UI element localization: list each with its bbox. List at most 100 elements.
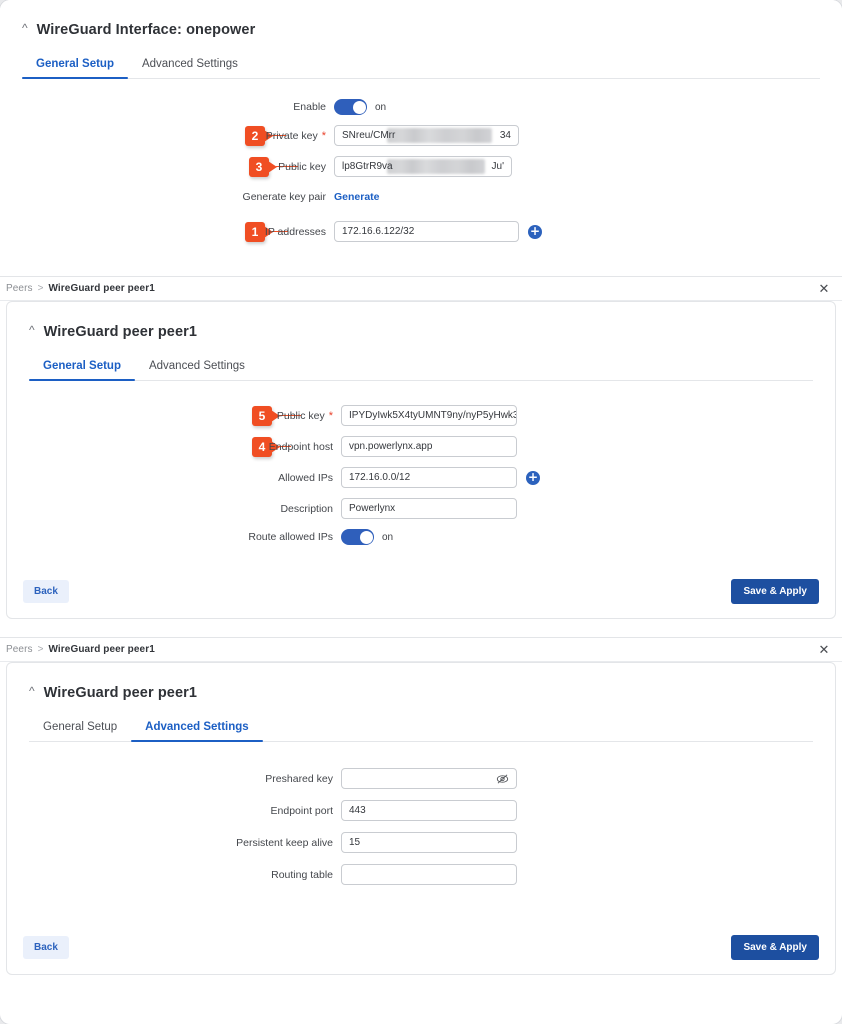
preshared-key-label-wrap: Preshared key [7, 773, 341, 785]
field-row-ip-addresses: 1 IP addresses 172.16.6.122/32 + [0, 221, 842, 242]
plus-icon[interactable]: + [526, 470, 540, 485]
field-row-private-key: 2 Private key * SNreu/CMrr 34 [0, 125, 842, 146]
persistent-keep-alive-input[interactable]: 15 [341, 832, 517, 853]
peer-general-title: WireGuard peer peer1 [43, 324, 198, 340]
persistent-keep-alive-value: 15 [349, 837, 361, 848]
peer-general-panel: Peers > WireGuard peer peer1 ✕ ^ WireGua… [0, 276, 842, 637]
peer-public-key-control: IPYDyIwk5X4tyUMNT9ny/nyP5yHwk31mzm2a [341, 405, 517, 426]
persistent-keep-alive-control: 15 [341, 832, 517, 853]
public-key-input[interactable]: lp8GtrR9va Ju' [334, 156, 512, 177]
description-label: Description [280, 502, 333, 515]
peer-advanced-footer: Back Save & Apply [7, 919, 835, 974]
public-key-value-suffix: Ju' [491, 161, 504, 172]
breadcrumb-current: WireGuard peer peer1 [48, 644, 155, 655]
peer-general-card: ^ WireGuard peer peer1 General Setup Adv… [6, 301, 836, 619]
field-row-endpoint-port: Endpoint port 443 [7, 800, 835, 821]
tab-advanced-settings[interactable]: Advanced Settings [135, 354, 259, 380]
peer-advanced-panel: Peers > WireGuard peer peer1 ✕ ^ WireGua… [0, 637, 842, 975]
endpoint-port-label-wrap: Endpoint port [7, 805, 341, 817]
endpoint-host-label-wrap: Endpoint host [7, 441, 341, 453]
breadcrumb-bar-general: Peers > WireGuard peer peer1 ✕ [0, 276, 842, 301]
generate-control: Generate [334, 191, 380, 203]
wireguard-config-page: ^ WireGuard Interface: onepower General … [0, 0, 842, 1024]
back-button[interactable]: Back [23, 936, 69, 959]
allowed-ips-label-wrap: Allowed IPs [7, 472, 341, 484]
toggle-knob [352, 100, 366, 114]
breadcrumb-root[interactable]: Peers [6, 644, 33, 655]
enable-toggle[interactable] [334, 99, 367, 115]
allowed-ips-control: 172.16.0.0/12 + [341, 467, 540, 488]
interface-panel-spacer [0, 242, 842, 276]
chevron-up-icon[interactable]: ^ [22, 22, 28, 34]
route-allowed-ips-toggle[interactable] [341, 529, 374, 545]
peer-advanced-tabs: General Setup Advanced Settings [29, 715, 813, 742]
tab-general-setup[interactable]: General Setup [29, 354, 135, 381]
peer-general-spacer [7, 545, 835, 563]
public-key-control: lp8GtrR9va Ju' [334, 156, 512, 177]
interface-section-header: ^ WireGuard Interface: onepower [0, 0, 842, 38]
peer-general-tabs: General Setup Advanced Settings [29, 354, 813, 381]
routing-table-control [341, 864, 517, 885]
routing-table-input[interactable] [341, 864, 517, 885]
breadcrumb-current: WireGuard peer peer1 [48, 283, 155, 294]
required-marker: * [321, 129, 326, 142]
endpoint-port-input[interactable]: 443 [341, 800, 517, 821]
interface-form: Enable on 2 Private key * SNreu/CMrr 34 … [0, 79, 842, 242]
save-apply-button[interactable]: Save & Apply [731, 579, 819, 604]
private-key-value-suffix: 34 [499, 130, 511, 141]
enable-control: on [334, 99, 386, 115]
ip-addresses-input[interactable]: 172.16.6.122/32 [334, 221, 519, 242]
ip-addresses-control: 172.16.6.122/32 + [334, 221, 542, 242]
peer-general-section-header: ^ WireGuard peer peer1 [7, 302, 835, 340]
tab-general-setup[interactable]: General Setup [22, 52, 128, 79]
description-control: Powerlynx [341, 498, 517, 519]
enable-label: Enable [293, 101, 326, 113]
generate-link[interactable]: Generate [334, 191, 380, 203]
tab-advanced-settings[interactable]: Advanced Settings [131, 715, 263, 742]
description-value: Powerlynx [349, 503, 396, 514]
close-icon[interactable]: ✕ [816, 642, 832, 658]
tab-advanced-settings[interactable]: Advanced Settings [128, 52, 252, 78]
field-row-public-key: 3 Public key lp8GtrR9va Ju' [0, 156, 842, 177]
enable-state-text: on [375, 101, 387, 113]
endpoint-host-label: Endpoint host [268, 440, 333, 453]
peer-public-key-label-wrap: Public key * [7, 410, 341, 422]
persistent-keep-alive-label-wrap: Persistent keep alive [7, 837, 341, 849]
peer-public-key-label: Public key [276, 409, 325, 422]
field-row-persistent-keep-alive: Persistent keep alive 15 [7, 832, 835, 853]
back-button[interactable]: Back [23, 580, 69, 603]
plus-icon[interactable]: + [528, 224, 542, 239]
chevron-up-icon[interactable]: ^ [29, 685, 35, 697]
private-key-value-prefix: SNreu/CMrr [342, 130, 396, 141]
allowed-ips-value: 172.16.0.0/12 [349, 472, 411, 483]
redaction-blur [387, 159, 485, 174]
wireguard-interface-panel: ^ WireGuard Interface: onepower General … [0, 0, 842, 276]
redaction-blur [387, 128, 492, 143]
private-key-label-wrap: Private key * [0, 130, 334, 142]
page-title: WireGuard Interface: onepower [36, 22, 256, 38]
breadcrumb-root[interactable]: Peers [6, 283, 33, 294]
close-icon[interactable]: ✕ [816, 281, 832, 297]
save-apply-button[interactable]: Save & Apply [731, 935, 819, 960]
endpoint-host-input[interactable]: vpn.powerlynx.app [341, 436, 517, 457]
preshared-key-input[interactable] [341, 768, 517, 789]
chevron-up-icon[interactable]: ^ [29, 324, 35, 336]
allowed-ips-input[interactable]: 172.16.0.0/12 [341, 467, 517, 488]
private-key-input[interactable]: SNreu/CMrr 34 [334, 125, 519, 146]
field-row-enable: Enable on [0, 99, 842, 115]
peer-public-key-input[interactable]: IPYDyIwk5X4tyUMNT9ny/nyP5yHwk31mzm2a [341, 405, 517, 426]
ip-addresses-value: 172.16.6.122/32 [342, 226, 415, 237]
route-allowed-ips-state-text: on [382, 531, 394, 543]
endpoint-port-value: 443 [349, 805, 366, 816]
description-input[interactable]: Powerlynx [341, 498, 517, 519]
peer-advanced-section-header: ^ WireGuard peer peer1 [7, 663, 835, 701]
eye-slash-icon[interactable] [496, 773, 509, 784]
field-row-endpoint-host: 4 Endpoint host vpn.powerlynx.app [7, 436, 835, 457]
description-label-wrap: Description [7, 503, 341, 515]
tab-general-setup[interactable]: General Setup [29, 715, 131, 741]
private-key-control: SNreu/CMrr 34 [334, 125, 519, 146]
routing-table-label: Routing table [271, 868, 333, 881]
peer-advanced-spacer [7, 885, 835, 919]
peer-general-form: 5 Public key * IPYDyIwk5X4tyUMNT9ny/nyP5… [7, 381, 835, 545]
peer-public-key-value: IPYDyIwk5X4tyUMNT9ny/nyP5yHwk31mzm2a [349, 410, 516, 421]
